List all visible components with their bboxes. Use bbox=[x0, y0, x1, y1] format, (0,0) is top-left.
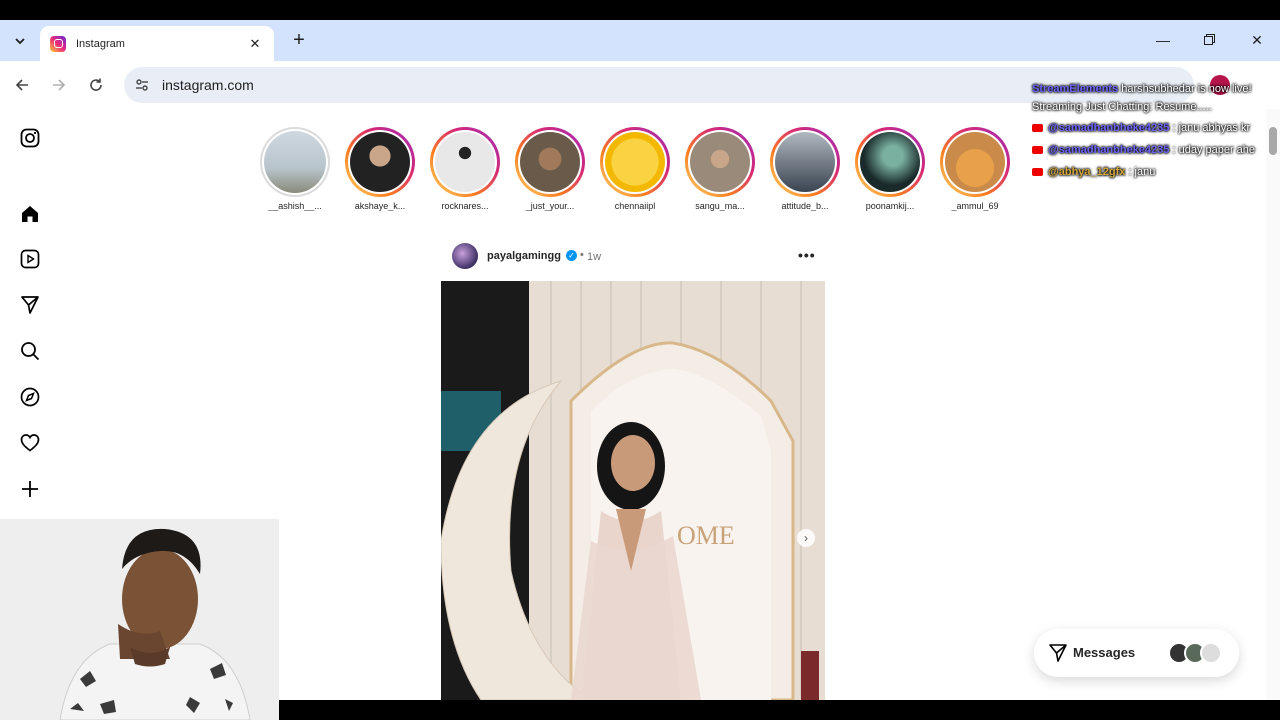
site-settings-icon[interactable] bbox=[134, 77, 150, 93]
restore-button[interactable] bbox=[1186, 28, 1232, 52]
search-icon[interactable] bbox=[18, 339, 42, 363]
post-username[interactable]: payalgamingg bbox=[487, 250, 561, 262]
story-item[interactable]: attitude_b... bbox=[768, 127, 842, 211]
direct-messages-icon[interactable] bbox=[18, 293, 42, 317]
tab-title: Instagram bbox=[76, 37, 125, 50]
page-scrollbar[interactable] bbox=[1266, 109, 1280, 700]
post-image-text: OME bbox=[677, 521, 735, 550]
streamer-webcam-image bbox=[0, 519, 279, 720]
story-avatar bbox=[264, 131, 326, 193]
chat-user: StreamElements bbox=[1032, 83, 1119, 95]
bottom-black-bar bbox=[279, 700, 1280, 720]
arrow-right-icon bbox=[53, 79, 66, 91]
url-text: instagram.com bbox=[162, 77, 254, 93]
story-item[interactable]: rocknares... bbox=[428, 127, 502, 211]
story-username: chennaiipl bbox=[614, 201, 656, 211]
story-avatar bbox=[520, 132, 580, 192]
instagram-favicon-icon bbox=[50, 35, 66, 52]
story-item[interactable]: __ashish__... bbox=[258, 127, 332, 211]
reload-icon bbox=[90, 78, 102, 91]
story-username: __ashish__... bbox=[268, 201, 322, 211]
stream-chat-overlay: StreamElements harshsubhedar is now live… bbox=[1030, 76, 1280, 186]
back-button[interactable] bbox=[10, 73, 34, 97]
screen: Instagram ✕ + — ✕ instagram.com __ashish… bbox=[0, 0, 1280, 720]
story-avatar bbox=[435, 132, 495, 192]
tab-instagram[interactable]: Instagram ✕ bbox=[40, 26, 274, 61]
forward-button[interactable] bbox=[47, 73, 71, 97]
youtube-icon bbox=[1032, 168, 1043, 177]
notifications-heart-icon[interactable] bbox=[18, 431, 42, 455]
home-icon[interactable] bbox=[18, 202, 42, 226]
story-username: _just_your... bbox=[525, 201, 575, 211]
close-window-button[interactable]: ✕ bbox=[1234, 28, 1280, 52]
chat-user: @samadhanbheke4235 bbox=[1048, 122, 1170, 134]
tab-search-button[interactable] bbox=[8, 30, 32, 52]
chat-message: @samadhanbheke4235 : janu abhyas kr bbox=[1032, 122, 1250, 134]
chat-text: : janu bbox=[1128, 166, 1156, 178]
more-options-icon[interactable]: ••• bbox=[798, 247, 816, 263]
chat-user: @abhya_12gfx bbox=[1048, 166, 1126, 178]
story-avatar bbox=[945, 132, 1005, 192]
messages-button[interactable]: Messages bbox=[1034, 629, 1239, 677]
story-avatar bbox=[350, 132, 410, 192]
story-item[interactable]: poonamkij... bbox=[853, 127, 927, 211]
post-header: payalgamingg ✓ • 1w ••• bbox=[450, 241, 826, 273]
reels-icon[interactable] bbox=[18, 247, 42, 271]
post-image[interactable]: OME bbox=[441, 281, 825, 700]
chat-text: : uday paper ahe bbox=[1172, 144, 1256, 156]
tab-close-icon[interactable]: ✕ bbox=[246, 36, 264, 52]
explore-icon[interactable] bbox=[18, 385, 42, 409]
story-item[interactable]: _ammul_69 bbox=[938, 127, 1012, 211]
chat-message: @abhya_12gfx : janu bbox=[1032, 166, 1155, 178]
post-author-avatar[interactable] bbox=[452, 243, 478, 269]
story-username: _ammul_69 bbox=[951, 201, 999, 211]
post-photo: OME bbox=[441, 281, 825, 700]
messages-label: Messages bbox=[1073, 645, 1136, 660]
story-username: rocknares... bbox=[441, 201, 489, 211]
separator-dot: • bbox=[580, 249, 584, 261]
chat-text: : janu abhyas kr bbox=[1172, 122, 1251, 134]
chat-message: @samadhanbheke4235 : uday paper ahe bbox=[1032, 144, 1255, 156]
story-item[interactable]: chennaiipl bbox=[598, 127, 672, 211]
message-avatar bbox=[1200, 642, 1222, 664]
new-tab-button[interactable]: + bbox=[288, 29, 310, 51]
verified-badge-icon: ✓ bbox=[566, 250, 577, 261]
story-item[interactable]: _just_your... bbox=[513, 127, 587, 211]
story-username: sangu_ma... bbox=[695, 201, 745, 211]
chevron-down-icon bbox=[15, 38, 25, 45]
direct-messages-icon bbox=[1049, 644, 1067, 662]
story-username: poonamkij... bbox=[865, 201, 915, 211]
story-avatar bbox=[690, 132, 750, 192]
webcam-overlay bbox=[0, 519, 279, 720]
youtube-icon bbox=[1032, 146, 1043, 155]
stories-tray: __ashish__... akshaye_k... rocknares... … bbox=[258, 127, 1038, 217]
arrow-left-icon bbox=[15, 79, 28, 91]
reload-button[interactable] bbox=[84, 73, 108, 97]
story-username: attitude_b... bbox=[781, 201, 829, 211]
post-time: 1w bbox=[587, 251, 602, 263]
story-item[interactable]: sangu_ma... bbox=[683, 127, 757, 211]
instagram-logo-icon[interactable] bbox=[18, 126, 42, 150]
chennai-super-kings-logo bbox=[605, 132, 665, 192]
chat-message: StreamElements harshsubhedar is now live… bbox=[1032, 80, 1280, 116]
story-item[interactable]: akshaye_k... bbox=[343, 127, 417, 211]
minimize-button[interactable]: — bbox=[1140, 28, 1186, 52]
tab-bar: Instagram ✕ + — ✕ bbox=[0, 20, 1280, 61]
story-username: akshaye_k... bbox=[354, 201, 406, 211]
create-plus-icon[interactable] bbox=[18, 477, 42, 501]
restore-icon bbox=[1203, 34, 1215, 45]
chat-user: @samadhanbheke4235 bbox=[1048, 144, 1170, 156]
story-avatar bbox=[860, 132, 920, 192]
story-avatar bbox=[775, 132, 835, 192]
youtube-icon bbox=[1032, 124, 1043, 133]
carousel-next-button[interactable]: › bbox=[797, 529, 815, 547]
